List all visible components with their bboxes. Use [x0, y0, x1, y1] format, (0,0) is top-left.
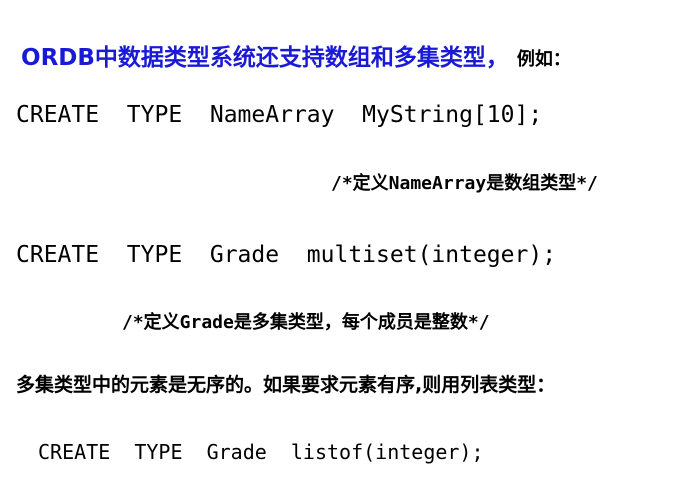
title-main-text: ORDB中数据类型系统还支持数组和多集类型， [21, 45, 509, 71]
comment-namearray: /*定义NameArray是数组类型*/ [331, 173, 598, 194]
code-line-namearray: CREATE TYPE NameArray MyString[10]; [16, 102, 543, 128]
code-line-grade-listof: CREATE TYPE Grade listof(integer); [38, 440, 484, 464]
slide-title: ORDB中数据类型系统还支持数组和多集类型， 例如： [5, 24, 571, 70]
explanation-text: 多集类型中的元素是无序的。如果要求元素有序,则用列表类型： [16, 374, 556, 396]
slide: { "title": { "main": "ORDB中数据类型系统还支持数组和多… [0, 0, 675, 501]
title-suffix-text: 例如： [516, 49, 571, 70]
code-line-grade-multiset: CREATE TYPE Grade multiset(integer); [16, 242, 557, 268]
comment-grade-multiset: /*定义Grade是多集类型，每个成员是整数*/ [122, 312, 490, 333]
